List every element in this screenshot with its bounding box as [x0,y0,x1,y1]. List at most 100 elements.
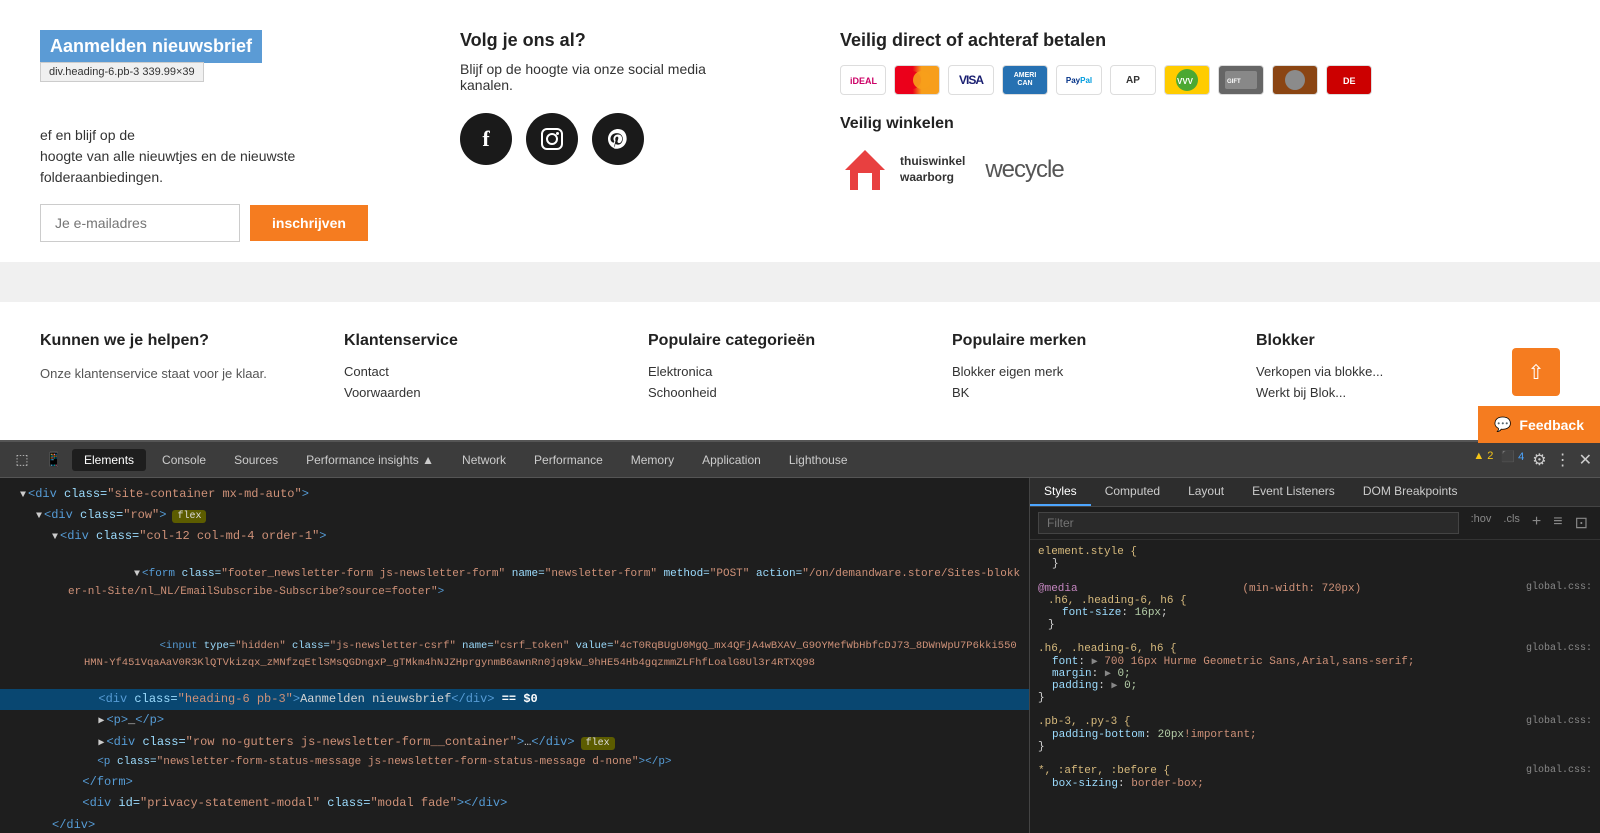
tab-performance-insights[interactable]: Performance insights ▲ [294,449,446,471]
newsletter-text: ef en blijf op de hoogte van alle nieuwt… [40,125,380,188]
svg-text:iDEAL: iDEAL [850,76,878,86]
dom-line[interactable]: </div> [0,815,1029,833]
feedback-button[interactable]: 💬 Feedback [1478,406,1600,443]
amex-logo: AMERICAN [1002,65,1048,95]
tab-styles[interactable]: Styles [1030,478,1091,506]
tab-network[interactable]: Network [450,449,518,471]
info-badge: ⬛ 4 [1501,450,1524,470]
styles-filter-bar: :hov .cls + ≡ ⊡ [1030,507,1600,540]
devtools-inspect-button[interactable]: ⬚ [8,446,36,474]
dom-line[interactable]: ▶<div class="row no-gutters js-newslette… [0,732,1029,753]
elektronica-link[interactable]: Elektronica [648,364,952,379]
newsletter-section: Aanmelden nieuwsbrief div.heading-6.pb-3… [40,30,420,242]
newsletter-heading: Aanmelden nieuwsbrief [40,30,262,63]
styles-content: element.style { } @media (min-width: 720… [1030,540,1600,833]
payment-logos: iDEAL VISA AMERICAN PayPal [840,65,1520,95]
schoonheid-link[interactable]: Schoonheid [648,385,952,400]
feedback-icon: 💬 [1494,416,1511,433]
dom-panel[interactable]: ▼<div class="site-container mx-md-auto">… [0,478,1030,833]
dom-line[interactable]: <p class="newsletter-form-status-message… [0,753,1029,773]
tab-console[interactable]: Console [150,449,218,471]
device-icon: 📱 [45,451,62,468]
cls-toggle[interactable]: .cls [1499,511,1524,535]
subscribe-button[interactable]: inschrijven [250,205,368,241]
feedback-label: Feedback [1519,417,1584,433]
paypal-logo: PayPal [1056,65,1102,95]
social-section: Volg je ons al? Blijf op de hoogte via o… [420,30,800,242]
coin2-logo: DE [1326,65,1372,95]
more-options-icon[interactable]: ≡ [1549,511,1566,535]
dom-line[interactable]: <input type="hidden" class="js-newslette… [0,620,1029,689]
help-heading: Kunnen we je helpen? [40,332,344,350]
facebook-icon[interactable]: f [460,113,512,165]
dom-line[interactable]: </form> [0,772,1029,793]
tab-computed[interactable]: Computed [1091,478,1174,506]
dom-line[interactable]: ▼<div class="site-container mx-md-auto"> [0,484,1029,505]
social-heading: Volg je ons al? [460,30,760,51]
contact-link[interactable]: Contact [344,364,648,379]
divider-section [0,262,1600,302]
help-text: Onze klantenservice staat voor je klaar. [40,364,344,384]
instagram-icon[interactable] [526,113,578,165]
ap-logo: AP [1110,65,1156,95]
footer-col-klantenservice: Klantenservice Contact Voorwaarden [344,332,648,392]
email-input[interactable] [40,204,240,242]
footer-col-merken: Populaire merken Blokker eigen merk BK [952,332,1256,392]
tab-event-listeners[interactable]: Event Listeners [1238,478,1349,506]
add-rule-btn[interactable]: + [1528,511,1545,535]
website-content: Aanmelden nieuwsbrief div.heading-6.pb-3… [0,0,1600,440]
cursor-icon: ⬚ [15,451,28,468]
dom-line-selected[interactable]: <div class="heading-6 pb-3">Aanmelden ni… [0,689,1029,710]
tab-performance[interactable]: Performance [522,449,615,471]
styles-filter-input[interactable] [1038,512,1459,534]
categories-heading: Populaire categorieën [648,332,952,350]
dom-line[interactable]: ▼<div class="col-12 col-md-4 order-1"> [0,526,1029,547]
wecycle-text: wecycle [985,156,1063,184]
gift-logo: GIFT [1218,65,1264,95]
footer-col-categories: Populaire categorieën Elektronica Schoon… [648,332,952,392]
bk-link[interactable]: BK [952,385,1256,400]
tab-elements[interactable]: Elements [72,449,146,471]
tab-application[interactable]: Application [690,449,773,471]
tab-memory[interactable]: Memory [619,449,686,471]
mastercard-logo [894,65,940,95]
dom-line[interactable]: ▼<form class="footer_newsletter-form js-… [0,548,1029,620]
footer-links: Kunnen we je helpen? Onze klantenservice… [0,302,1600,422]
tab-dom-breakpoints[interactable]: DOM Breakpoints [1349,478,1472,506]
dom-line[interactable]: ▶<p>_</p> [0,710,1029,731]
vertical-dots-icon[interactable]: ⋮ [1555,450,1571,470]
thuiswinkel-logo: thuiswinkelwaarborg [840,145,965,195]
pinterest-icon[interactable] [592,113,644,165]
voorwaarden-link[interactable]: Voorwaarden [344,385,648,400]
styles-rule: @media (min-width: 720px) global.css: .h… [1038,582,1592,631]
footer-col-help: Kunnen we je helpen? Onze klantenservice… [40,332,344,392]
styles-rule: .h6, .heading-6, h6 { global.css: font: … [1038,643,1592,704]
svg-text:GIFT: GIFT [1227,79,1241,85]
trust-logos: thuiswinkelwaarborg wecycle [840,145,1520,195]
klantenservice-heading: Klantenservice [344,332,648,350]
styles-panel: Styles Computed Layout Event Listeners D… [1030,478,1600,833]
styles-filter-actions: :hov .cls + ≡ ⊡ [1467,511,1592,535]
tab-sources[interactable]: Sources [222,449,290,471]
styles-rule: .pb-3, .py-3 { global.css: padding-botto… [1038,716,1592,753]
dom-line[interactable]: ▼<div class="row">flex [0,505,1029,526]
dom-line[interactable]: <div id="privacy-statement-modal" class=… [0,793,1029,814]
layout-icon[interactable]: ⊡ [1571,511,1592,535]
svg-text:VVV: VVV [1177,77,1194,86]
settings-icon[interactable]: ⚙ [1532,450,1546,470]
coin1-logo [1272,65,1318,95]
payment-heading: Veilig direct of achteraf betalen [840,30,1520,51]
social-icons: f [460,113,760,165]
close-icon[interactable]: ✕ [1579,450,1592,470]
tab-layout[interactable]: Layout [1174,478,1238,506]
chevron-up-icon: ⇧ [1528,360,1545,385]
styles-rule: element.style { } [1038,546,1592,570]
hov-toggle[interactable]: :hov [1467,511,1496,535]
devtools-device-button[interactable]: 📱 [40,446,68,474]
thuiswinkel-icon [840,145,890,195]
thuiswinkel-text: thuiswinkelwaarborg [900,154,965,185]
blokker-eigen-link[interactable]: Blokker eigen merk [952,364,1256,379]
tab-lighthouse[interactable]: Lighthouse [777,449,860,471]
scroll-top-button[interactable]: ⇧ [1512,348,1560,396]
social-text: Blijf op de hoogte via onze social media… [460,61,760,93]
